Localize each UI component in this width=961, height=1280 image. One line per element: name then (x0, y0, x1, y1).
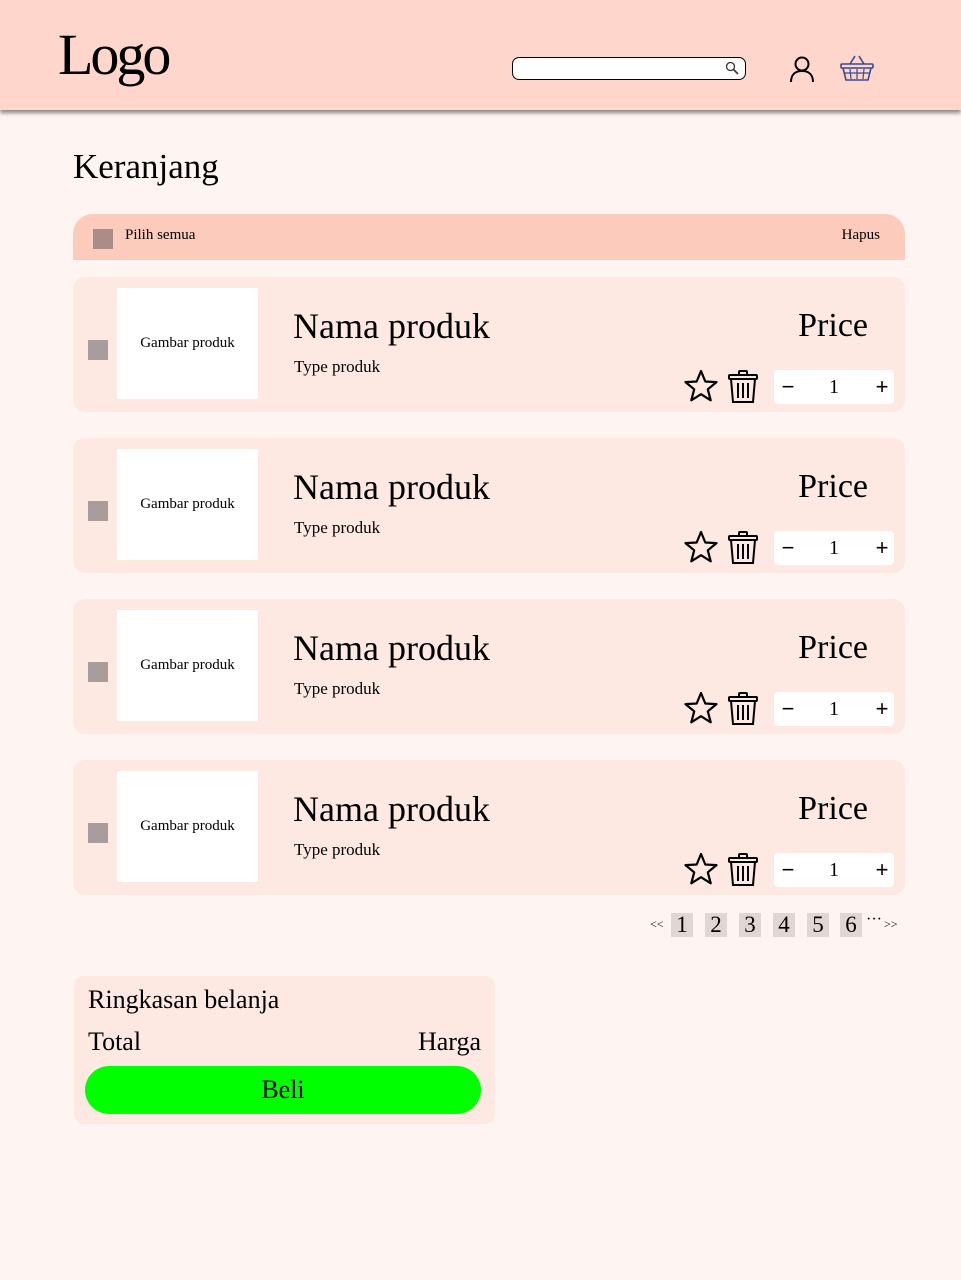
product-image[interactable]: Gambar produk (117, 288, 258, 399)
user-icon[interactable] (789, 55, 815, 83)
cart-item: Gambar produk Nama produk Type produk Pr… (73, 599, 905, 734)
product-price: Price (798, 307, 868, 344)
quantity-value[interactable]: 1 (814, 537, 854, 560)
quantity-value[interactable]: 1 (814, 859, 854, 882)
total-label: Total (88, 1027, 142, 1056)
page-title: Keranjang (73, 147, 219, 186)
star-icon[interactable] (684, 852, 718, 886)
product-name[interactable]: Nama produk (293, 467, 490, 508)
decrease-quantity-button[interactable]: − (778, 696, 798, 722)
product-image[interactable]: Gambar produk (117, 610, 258, 721)
trash-icon[interactable] (727, 853, 759, 887)
product-type: Type produk (294, 357, 381, 376)
product-price: Price (798, 468, 868, 505)
page-5-button[interactable]: 5 (807, 913, 829, 937)
page-6-button[interactable]: 6 (840, 913, 862, 937)
page-2-button[interactable]: 2 (705, 913, 727, 937)
trash-icon[interactable] (727, 370, 759, 404)
product-name[interactable]: Nama produk (293, 306, 490, 347)
decrease-quantity-button[interactable]: − (778, 857, 798, 883)
quantity-stepper: − 1 + (774, 853, 894, 887)
item-checkbox[interactable] (88, 823, 108, 843)
item-checkbox[interactable] (88, 662, 108, 682)
star-icon[interactable] (684, 691, 718, 725)
pagination-ellipsis: ··· (866, 911, 882, 928)
quantity-stepper: − 1 + (774, 531, 894, 565)
select-all-label[interactable]: Pilih semua (125, 227, 195, 244)
cart-item: Gambar produk Nama produk Type produk Pr… (73, 438, 905, 573)
page-4-button[interactable]: 4 (773, 913, 795, 937)
item-checkbox[interactable] (88, 340, 108, 360)
product-name[interactable]: Nama produk (293, 628, 490, 669)
increase-quantity-button[interactable]: + (872, 857, 892, 883)
product-type: Type produk (294, 679, 381, 698)
logo[interactable]: Logo (58, 26, 171, 84)
cart-item: Gambar produk Nama produk Type produk Pr… (73, 277, 905, 412)
basket-icon[interactable] (840, 54, 874, 82)
increase-quantity-button[interactable]: + (872, 696, 892, 722)
increase-quantity-button[interactable]: + (872, 374, 892, 400)
buy-button[interactable]: Beli (85, 1066, 481, 1114)
item-checkbox[interactable] (88, 501, 108, 521)
select-all-checkbox[interactable] (93, 229, 113, 249)
quantity-stepper: − 1 + (774, 370, 894, 404)
product-price: Price (798, 790, 868, 827)
product-price: Price (798, 629, 868, 666)
search-input[interactable] (512, 57, 746, 80)
page-3-button[interactable]: 3 (739, 913, 761, 937)
pagination: << 1 2 3 4 5 6 ··· >> (650, 911, 902, 938)
select-all-bar: Pilih semua Hapus (73, 214, 905, 260)
star-icon[interactable] (684, 530, 718, 564)
decrease-quantity-button[interactable]: − (778, 374, 798, 400)
summary-title: Ringkasan belanja (88, 985, 280, 1014)
page-1-button[interactable]: 1 (671, 913, 693, 937)
header: Logo (0, 0, 961, 110)
prev-page-button[interactable]: << (650, 917, 664, 932)
cart-item: Gambar produk Nama produk Type produk Pr… (73, 760, 905, 895)
quantity-value[interactable]: 1 (814, 698, 854, 721)
star-icon[interactable] (684, 369, 718, 403)
trash-icon[interactable] (727, 692, 759, 726)
quantity-value[interactable]: 1 (814, 376, 854, 399)
increase-quantity-button[interactable]: + (872, 535, 892, 561)
order-summary: Ringkasan belanja Total Harga Beli (74, 976, 495, 1124)
product-type: Type produk (294, 518, 381, 537)
product-image[interactable]: Gambar produk (117, 449, 258, 560)
product-name[interactable]: Nama produk (293, 789, 490, 830)
product-image[interactable]: Gambar produk (117, 771, 258, 882)
quantity-stepper: − 1 + (774, 692, 894, 726)
next-page-button[interactable]: >> (884, 917, 898, 932)
search-icon[interactable] (725, 61, 739, 75)
total-value: Harga (417, 1027, 481, 1056)
decrease-quantity-button[interactable]: − (778, 535, 798, 561)
product-type: Type produk (294, 840, 381, 859)
trash-icon[interactable] (727, 531, 759, 565)
delete-selected-button[interactable]: Hapus (842, 227, 880, 244)
